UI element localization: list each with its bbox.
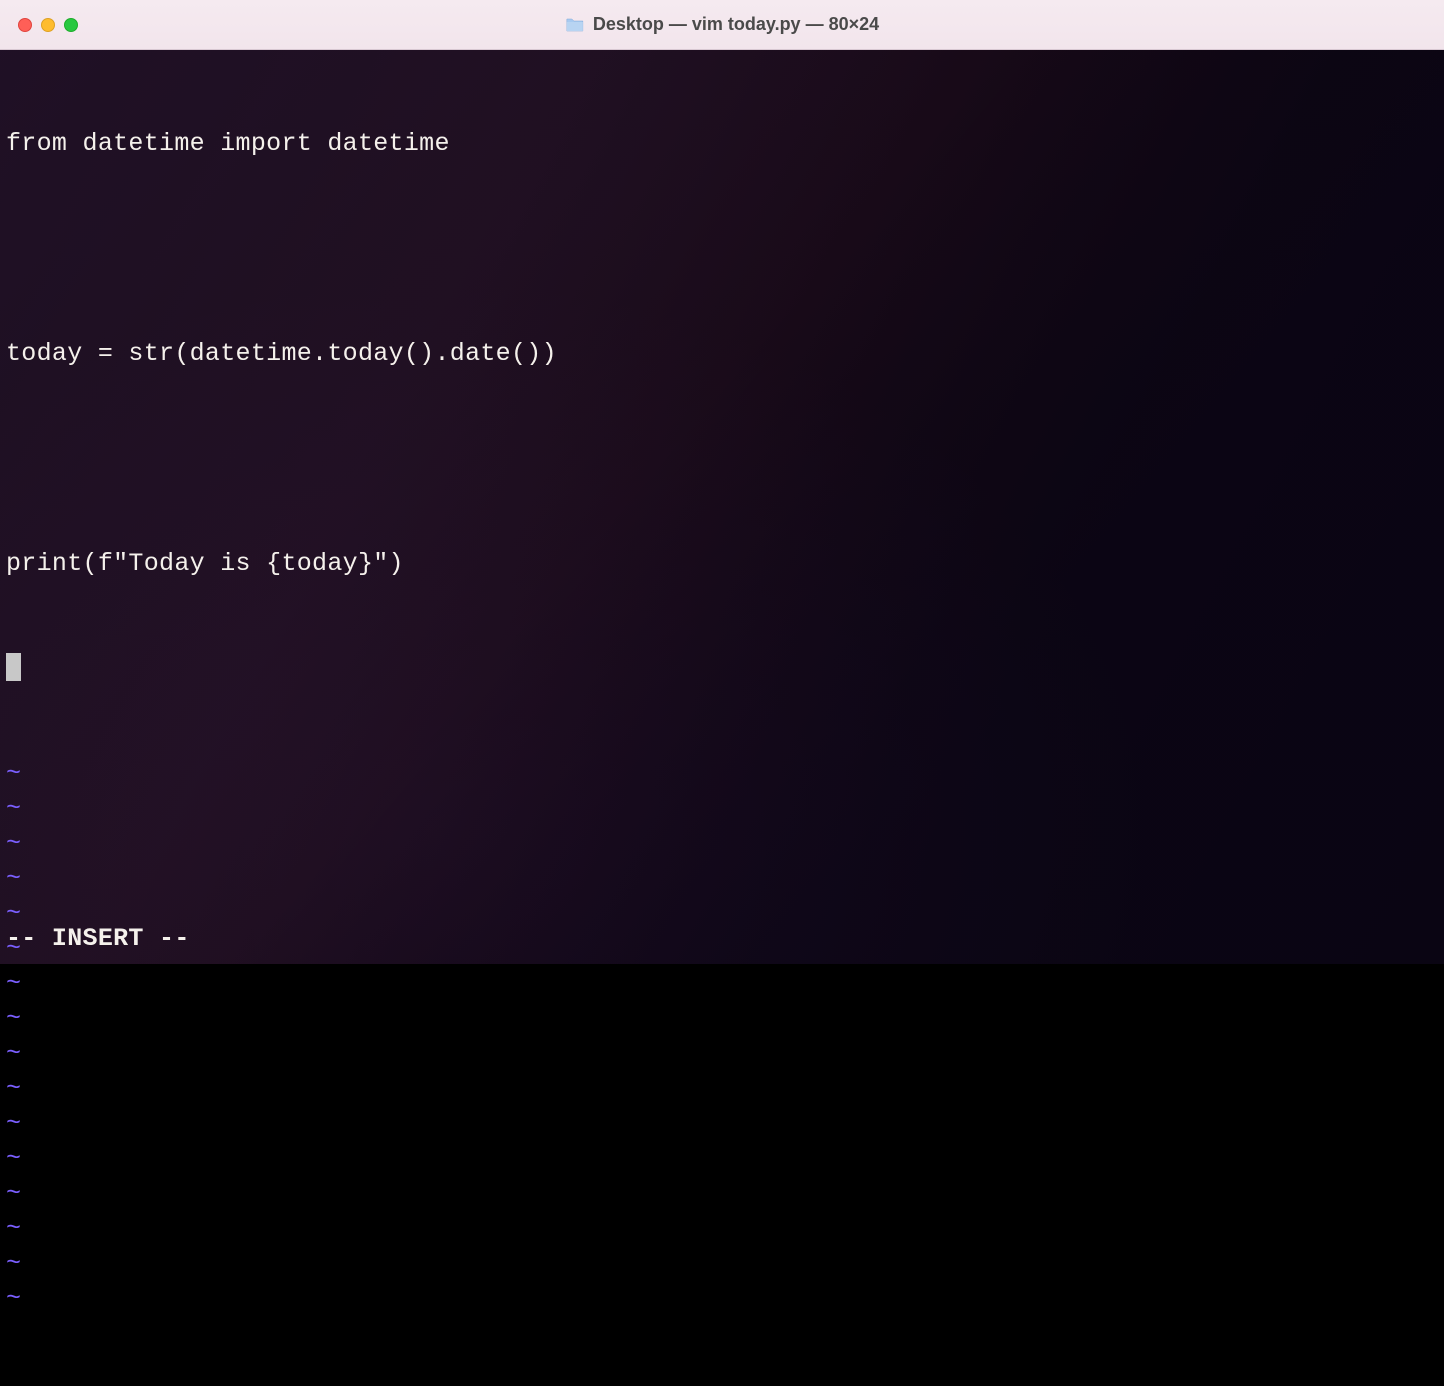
window-titlebar: Desktop — vim today.py — 80×24 xyxy=(0,0,1444,50)
maximize-button[interactable] xyxy=(64,18,78,32)
vim-empty-line-tilde: ~ xyxy=(6,896,1438,931)
vim-empty-line-tilde: ~ xyxy=(6,1281,1438,1316)
minimize-button[interactable] xyxy=(41,18,55,32)
cursor-icon xyxy=(6,653,21,681)
cursor-line xyxy=(6,651,1438,686)
traffic-lights xyxy=(18,18,78,32)
window-title: Desktop — vim today.py — 80×24 xyxy=(593,14,879,35)
vim-empty-line-tilde: ~ xyxy=(6,1106,1438,1141)
terminal-viewport[interactable]: from datetime import datetime today = st… xyxy=(0,50,1444,964)
vim-empty-line-tilde: ~ xyxy=(6,1246,1438,1281)
vim-empty-line-tilde: ~ xyxy=(6,966,1438,1001)
window-title-container: Desktop — vim today.py — 80×24 xyxy=(565,14,879,35)
vim-empty-line-tilde: ~ xyxy=(6,826,1438,861)
code-line xyxy=(6,441,1438,476)
vim-empty-line-tilde: ~ xyxy=(6,861,1438,896)
vim-empty-line-tilde: ~ xyxy=(6,1176,1438,1211)
code-line: from datetime import datetime xyxy=(6,126,1438,161)
vim-empty-line-tilde: ~ xyxy=(6,1071,1438,1106)
vim-empty-line-tilde: ~ xyxy=(6,1036,1438,1071)
vim-empty-line-tilde: ~ xyxy=(6,931,1438,966)
vim-empty-line-tilde: ~ xyxy=(6,1211,1438,1246)
vim-mode-status: -- INSERT -- xyxy=(6,921,190,956)
close-button[interactable] xyxy=(18,18,32,32)
vim-empty-line-tilde: ~ xyxy=(6,791,1438,826)
folder-icon xyxy=(565,17,585,33)
code-line: today = str(datetime.today().date()) xyxy=(6,336,1438,371)
code-line xyxy=(6,231,1438,266)
vim-empty-line-tilde: ~ xyxy=(6,1141,1438,1176)
tilde-lines-container: ~~~~~~~~~~~~~~~~ xyxy=(6,756,1438,1316)
code-line: print(f"Today is {today}") xyxy=(6,546,1438,581)
editor-content[interactable]: from datetime import datetime today = st… xyxy=(6,56,1438,1386)
vim-empty-line-tilde: ~ xyxy=(6,1001,1438,1036)
vim-empty-line-tilde: ~ xyxy=(6,756,1438,791)
